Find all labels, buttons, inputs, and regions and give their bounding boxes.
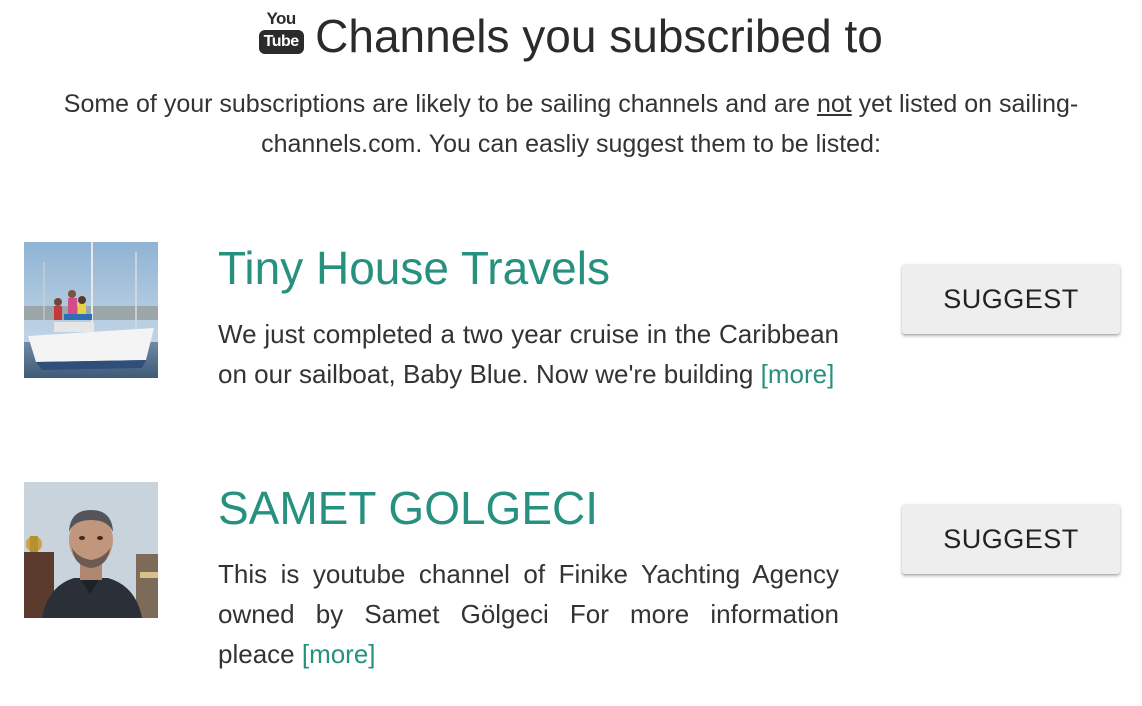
channel-thumbnail[interactable]	[24, 242, 158, 378]
page-title: Channels you subscribed to	[315, 10, 883, 62]
intro-not-word: not	[816, 90, 852, 118]
more-link[interactable]: [more]	[761, 359, 835, 389]
profile-photo	[24, 482, 158, 618]
page-header: You Tube Channels you subscribed to	[0, 6, 1142, 66]
channel-description: This is youtube channel of Finike Yachti…	[218, 554, 839, 674]
youtube-icon: You Tube	[258, 9, 304, 62]
channel-description: We just completed a two year cruise in t…	[218, 314, 839, 394]
intro-text: Some of your subscriptions are likely to…	[40, 84, 1102, 164]
channel-thumbnail[interactable]	[24, 482, 158, 618]
suggest-button[interactable]: SUGGEST	[902, 264, 1120, 334]
channel-description-text: We just completed a two year cruise in t…	[218, 319, 839, 389]
channel-name[interactable]: SAMET GOLGECI	[218, 480, 598, 536]
title-row: You Tube Channels you subscribed to	[258, 6, 883, 66]
youtube-logo-you: You	[266, 9, 296, 28]
more-link[interactable]: [more]	[302, 639, 376, 669]
sailboat-photo	[24, 242, 158, 378]
intro-text-part1: Some of your subscriptions are likely to…	[63, 90, 817, 118]
youtube-logo-tube: Tube	[258, 30, 304, 54]
channel-name[interactable]: Tiny House Travels	[218, 240, 610, 296]
suggest-button[interactable]: SUGGEST	[902, 504, 1120, 574]
